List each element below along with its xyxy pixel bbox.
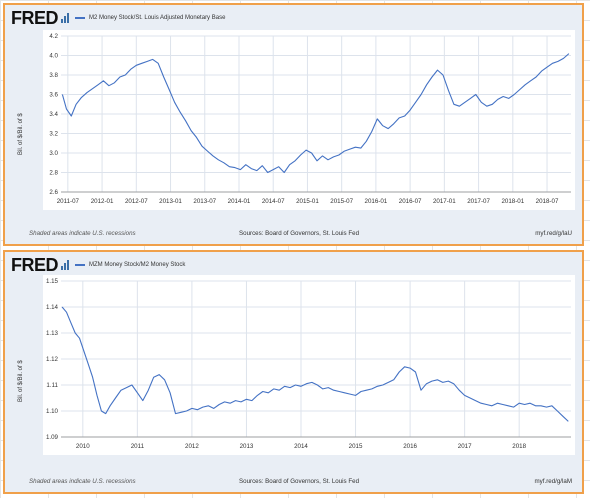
- fred-logo: FRED: [11, 254, 59, 275]
- x-tick-label: 2012-07: [125, 198, 148, 205]
- x-tick-label: 2014-01: [228, 198, 251, 205]
- series-line: [61, 306, 569, 422]
- y-tick-label: 3.6: [49, 92, 58, 99]
- x-tick-label: 2010: [76, 443, 90, 450]
- x-tick-label: 2017: [458, 443, 472, 450]
- y-tick-label: 1.09: [46, 434, 59, 441]
- legend-line-swatch: [75, 264, 85, 266]
- line-chart: 1.09 1.10 1.11 1.12 1.13 1.14 1.15 2010 2011 2012…: [46, 278, 571, 450]
- chart-panel-1[interactable]: FRED M2 Money Stock/St. Louis Adjusted M…: [3, 3, 584, 246]
- y-tick-label: 2.8: [49, 170, 58, 177]
- x-tick-label: 2016: [403, 443, 417, 450]
- fred-chart-icon: [61, 13, 71, 23]
- chart-header: FRED MZM Money Stock/M2 Money Stock: [11, 254, 186, 275]
- y-tick-label: 1.15: [46, 278, 59, 285]
- y-tick-label: 3.4: [49, 111, 58, 118]
- fred-chart-icon: [61, 260, 71, 270]
- fred-logo: FRED: [11, 7, 59, 28]
- x-tick-label: 2015: [349, 443, 363, 450]
- x-tick-label: 2017-07: [467, 198, 490, 205]
- y-tick-label: 1.14: [46, 304, 59, 311]
- short-url[interactable]: myf.red/g/laU: [535, 230, 572, 237]
- line-chart: 2.6 2.8 3.0 3.2 3.4 3.6 3.8 4.0 4.2 2011-07 2012-0…: [49, 33, 571, 205]
- legend-line-swatch: [75, 17, 85, 19]
- chart-footer: Shaded areas indicate U.S. recessions So…: [29, 230, 572, 240]
- y-tick-label: 1.12: [46, 356, 59, 363]
- x-tick-label: 2015-07: [330, 198, 353, 205]
- chart-panel-2[interactable]: FRED MZM Money Stock/M2 Money Stock Bil.…: [3, 250, 584, 494]
- y-axis-label: Bil. of $/Bil. of $: [18, 360, 24, 402]
- source-text: Sources: Board of Governors, St. Louis F…: [239, 478, 360, 485]
- y-tick-label: 3.2: [49, 131, 58, 138]
- series-line: [61, 53, 570, 174]
- x-tick-label: 2012-01: [91, 198, 114, 205]
- x-tick-label: 2018-07: [536, 198, 559, 205]
- y-tick-label: 4.2: [49, 33, 58, 40]
- x-tick-label: 2013-07: [193, 198, 216, 205]
- x-tick-label: 2016-01: [365, 198, 388, 205]
- x-tick-label: 2011: [131, 443, 145, 450]
- x-tick-label: 2017-01: [433, 198, 456, 205]
- y-tick-label: 3.8: [49, 72, 58, 79]
- recession-note: Shaded areas indicate U.S. recessions: [29, 230, 136, 237]
- x-tick-label: 2015-01: [296, 198, 319, 205]
- x-tick-label: 2012: [185, 443, 199, 450]
- short-url[interactable]: myf.red/g/laM: [535, 478, 572, 485]
- x-tick-label: 2016-07: [399, 198, 422, 205]
- x-tick-label: 2014-07: [262, 198, 285, 205]
- y-tick-label: 2.6: [49, 189, 58, 196]
- y-tick-label: 1.13: [46, 330, 59, 337]
- x-tick-label: 2011-07: [57, 198, 80, 205]
- y-tick-label: 1.10: [46, 408, 59, 415]
- chart-title: M2 Money Stock/St. Louis Adjusted Moneta…: [89, 15, 226, 21]
- x-tick-label: 2014: [294, 443, 308, 450]
- x-tick-label: 2013: [240, 443, 254, 450]
- x-tick-label: 2018-01: [501, 198, 524, 205]
- y-tick-label: 4.0: [49, 53, 58, 60]
- y-tick-label: 1.11: [46, 382, 58, 389]
- chart-header: FRED M2 Money Stock/St. Louis Adjusted M…: [11, 7, 226, 28]
- plot-area: 1.09 1.10 1.11 1.12 1.13 1.14 1.15 2010 2011 2012…: [43, 275, 575, 455]
- recession-note: Shaded areas indicate U.S. recessions: [29, 478, 136, 485]
- y-tick-label: 3.0: [49, 150, 58, 157]
- chart-footer: Shaded areas indicate U.S. recessions So…: [29, 478, 572, 488]
- y-axis-label: Bil. of $/Bil. of $: [18, 113, 24, 155]
- source-text: Sources: Board of Governors, St. Louis F…: [239, 230, 360, 237]
- x-tick-label: 2018: [512, 443, 526, 450]
- x-tick-label: 2013-01: [159, 198, 182, 205]
- plot-area: 2.6 2.8 3.0 3.2 3.4 3.6 3.8 4.0 4.2 2011-07 2012-0…: [43, 30, 575, 210]
- chart-title: MZM Money Stock/M2 Money Stock: [89, 262, 186, 268]
